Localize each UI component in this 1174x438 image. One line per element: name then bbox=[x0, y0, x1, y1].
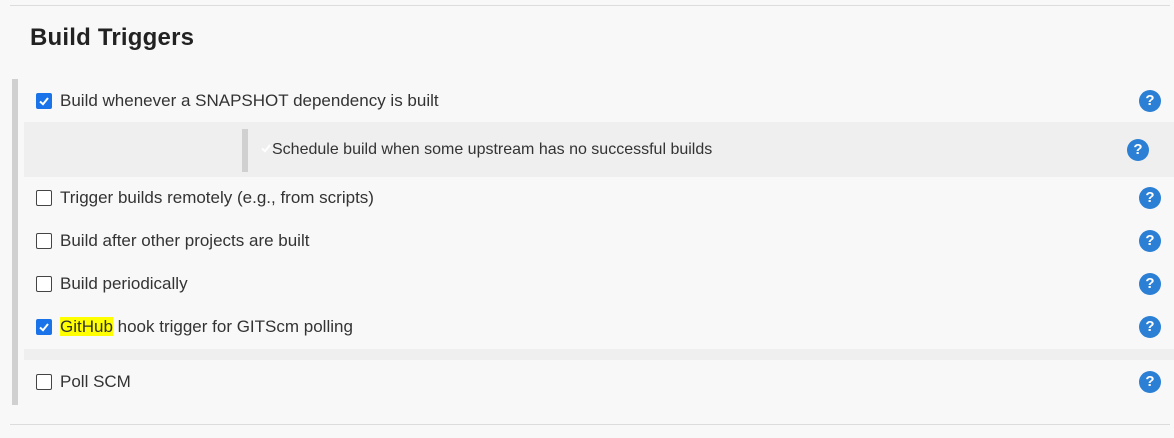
check-icon bbox=[261, 143, 271, 153]
trigger-build-periodically: Build periodically ? bbox=[24, 262, 1174, 305]
help-icon[interactable]: ? bbox=[1139, 229, 1161, 252]
top-divider bbox=[10, 5, 1170, 6]
trigger-snapshot-dependency: Build whenever a SNAPSHOT dependency is … bbox=[24, 79, 1174, 122]
bottom-divider bbox=[10, 424, 1170, 425]
build-periodically-checkbox[interactable] bbox=[36, 275, 52, 292]
after-other-projects-checkbox[interactable] bbox=[36, 232, 52, 249]
poll-scm-checkbox[interactable] bbox=[36, 373, 52, 390]
builds-remotely-label[interactable]: Trigger builds remotely (e.g., from scri… bbox=[60, 188, 374, 208]
snapshot-dependency-label[interactable]: Build whenever a SNAPSHOT dependency is … bbox=[60, 91, 439, 111]
trigger-builds-remotely: Trigger builds remotely (e.g., from scri… bbox=[24, 176, 1174, 219]
build-periodically-label[interactable]: Build periodically bbox=[60, 274, 188, 294]
nested-options: Schedule build when some upstream has no… bbox=[24, 122, 1174, 177]
build-triggers-panel: Build whenever a SNAPSHOT dependency is … bbox=[12, 79, 1174, 405]
trigger-poll-scm: Poll SCM ? bbox=[24, 360, 1174, 403]
schedule-upstream-label[interactable]: Schedule build when some upstream has no… bbox=[272, 141, 712, 159]
help-icon[interactable]: ? bbox=[1139, 89, 1161, 112]
row-separator bbox=[24, 349, 1174, 360]
trigger-after-other-projects: Build after other projects are built ? bbox=[24, 219, 1174, 262]
help-icon[interactable]: ? bbox=[1127, 138, 1149, 161]
builds-remotely-checkbox[interactable] bbox=[36, 189, 52, 206]
poll-scm-label[interactable]: Poll SCM bbox=[60, 372, 131, 392]
help-icon[interactable]: ? bbox=[1139, 370, 1161, 393]
schedule-upstream-checkbox[interactable] bbox=[260, 141, 272, 159]
github-hook-checkbox[interactable] bbox=[36, 318, 52, 335]
after-other-projects-label[interactable]: Build after other projects are built bbox=[60, 231, 309, 251]
help-icon[interactable]: ? bbox=[1139, 186, 1161, 209]
trigger-github-hook: GitHub hook trigger for GITScm polling ? bbox=[24, 305, 1174, 348]
github-hook-label-rest: hook trigger for GITScm polling bbox=[112, 316, 353, 336]
check-icon bbox=[39, 322, 49, 332]
help-icon[interactable]: ? bbox=[1139, 272, 1161, 295]
section-title: Build Triggers bbox=[30, 24, 195, 51]
check-icon bbox=[39, 96, 49, 106]
trigger-schedule-upstream: Schedule build when some upstream has no… bbox=[248, 128, 1168, 171]
snapshot-dependency-checkbox[interactable] bbox=[36, 92, 52, 109]
highlighted-text: GitHub bbox=[60, 316, 113, 336]
help-icon[interactable]: ? bbox=[1139, 315, 1161, 338]
github-hook-label[interactable]: GitHub hook trigger for GITScm polling bbox=[60, 316, 353, 337]
